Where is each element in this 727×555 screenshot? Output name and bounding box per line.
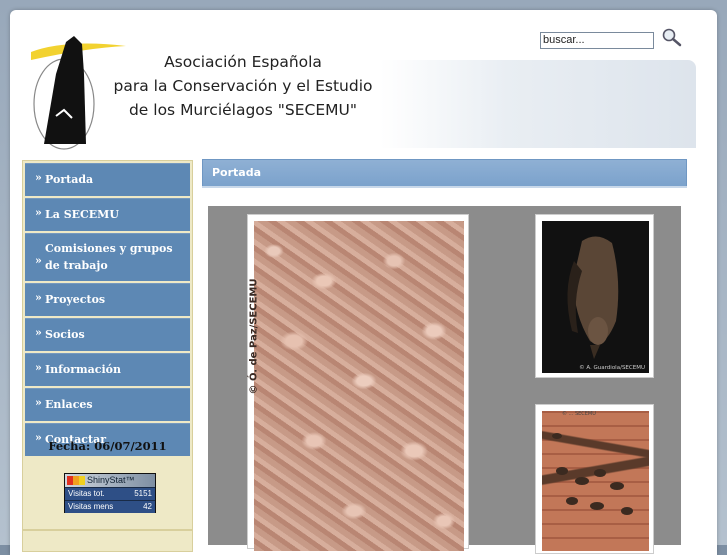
current-date: Fecha: 06/07/2011: [48, 439, 167, 453]
nav-label: La SECEMU: [45, 208, 119, 221]
nav-item-portada[interactable]: » Portada: [25, 163, 190, 198]
photo-credit: © ... SECEMU: [562, 411, 596, 417]
stat-value: 42: [143, 502, 152, 511]
photo-credit: © A. Guardiola/SECEMU: [579, 365, 645, 371]
search-form: [540, 28, 682, 49]
org-line-2: para la Conservación y el Estudio: [113, 77, 373, 95]
nav-item-socios[interactable]: » Socios: [25, 318, 190, 353]
section-title: Portada: [212, 166, 262, 179]
section-title-bar: Portada: [202, 159, 687, 187]
shinystat-brand: ShinyStat™: [87, 475, 135, 485]
nav-marker: »: [35, 326, 42, 339]
nav-label: Enlaces: [45, 398, 93, 411]
bat-illustration: [567, 236, 619, 359]
org-line-3: de los Murciélagos "SECEMU": [128, 101, 358, 119]
photo-gallery: © Ó. de Paz/SECEMU © A. Guardiola/SECEMU…: [208, 206, 681, 554]
shinystat-logo-icon: [67, 476, 85, 485]
nav-marker: »: [35, 396, 42, 409]
photo-watermark: © Ó. de Paz/SECEMU: [248, 278, 260, 395]
shinystat-counter[interactable]: ShinyStat™ Visitas tot. 5151 Visitas men…: [64, 473, 156, 513]
bats-wall-image: © ... SECEMU: [542, 411, 649, 551]
stat-row: Visitas tot. 5151: [65, 487, 155, 500]
nav-marker: »: [35, 171, 42, 184]
main-nav: » Portada » La SECEMU » Comisiones y grupos…: [25, 163, 190, 458]
nav-marker: »: [35, 361, 42, 374]
stat-value: 5151: [134, 489, 152, 498]
bats-cluster-illustration: [552, 433, 633, 515]
organization-name: Asociación Española para la Conservación…: [98, 50, 388, 122]
nav-label: Comisiones y grupos de trabajo: [45, 242, 173, 272]
search-input[interactable]: [540, 31, 654, 49]
stat-row: Visitas mens 42: [65, 500, 155, 513]
nav-item-la-secemu[interactable]: » La SECEMU: [25, 198, 190, 233]
nav-item-proyectos[interactable]: » Proyectos: [25, 283, 190, 318]
photo-bats-wall[interactable]: © ... SECEMU: [535, 404, 654, 554]
nav-label: Información: [45, 363, 121, 376]
nav-marker: »: [35, 254, 42, 267]
sidebar: » Portada » La SECEMU » Comisiones y grupos…: [22, 160, 193, 552]
photo-hanging-bat[interactable]: © A. Guardiola/SECEMU: [535, 214, 654, 378]
stat-label: Visitas tot.: [68, 489, 105, 498]
bat-colony-image: © Ó. de Paz/SECEMU: [249, 221, 464, 551]
nav-item-comisiones[interactable]: » Comisiones y grupos de trabajo: [25, 233, 190, 283]
nav-item-enlaces[interactable]: » Enlaces: [25, 388, 190, 423]
nav-label: Socios: [45, 328, 85, 341]
search-icon[interactable]: [661, 27, 683, 47]
sidebar-divider: [23, 529, 192, 531]
photo-bat-colony[interactable]: © Ó. de Paz/SECEMU: [247, 214, 469, 551]
section-divider: [202, 186, 687, 188]
org-line-1: Asociación Española: [164, 53, 322, 71]
header-shade: [380, 60, 696, 148]
shinystat-header: ShinyStat™: [65, 474, 155, 487]
nav-marker: »: [35, 206, 42, 219]
nav-label: Proyectos: [45, 293, 106, 306]
stat-label: Visitas mens: [68, 502, 114, 511]
hanging-bat-image: © A. Guardiola/SECEMU: [542, 221, 649, 373]
nav-item-informacion[interactable]: » Información: [25, 353, 190, 388]
nav-label: Portada: [45, 173, 94, 186]
nav-marker: »: [35, 291, 42, 304]
